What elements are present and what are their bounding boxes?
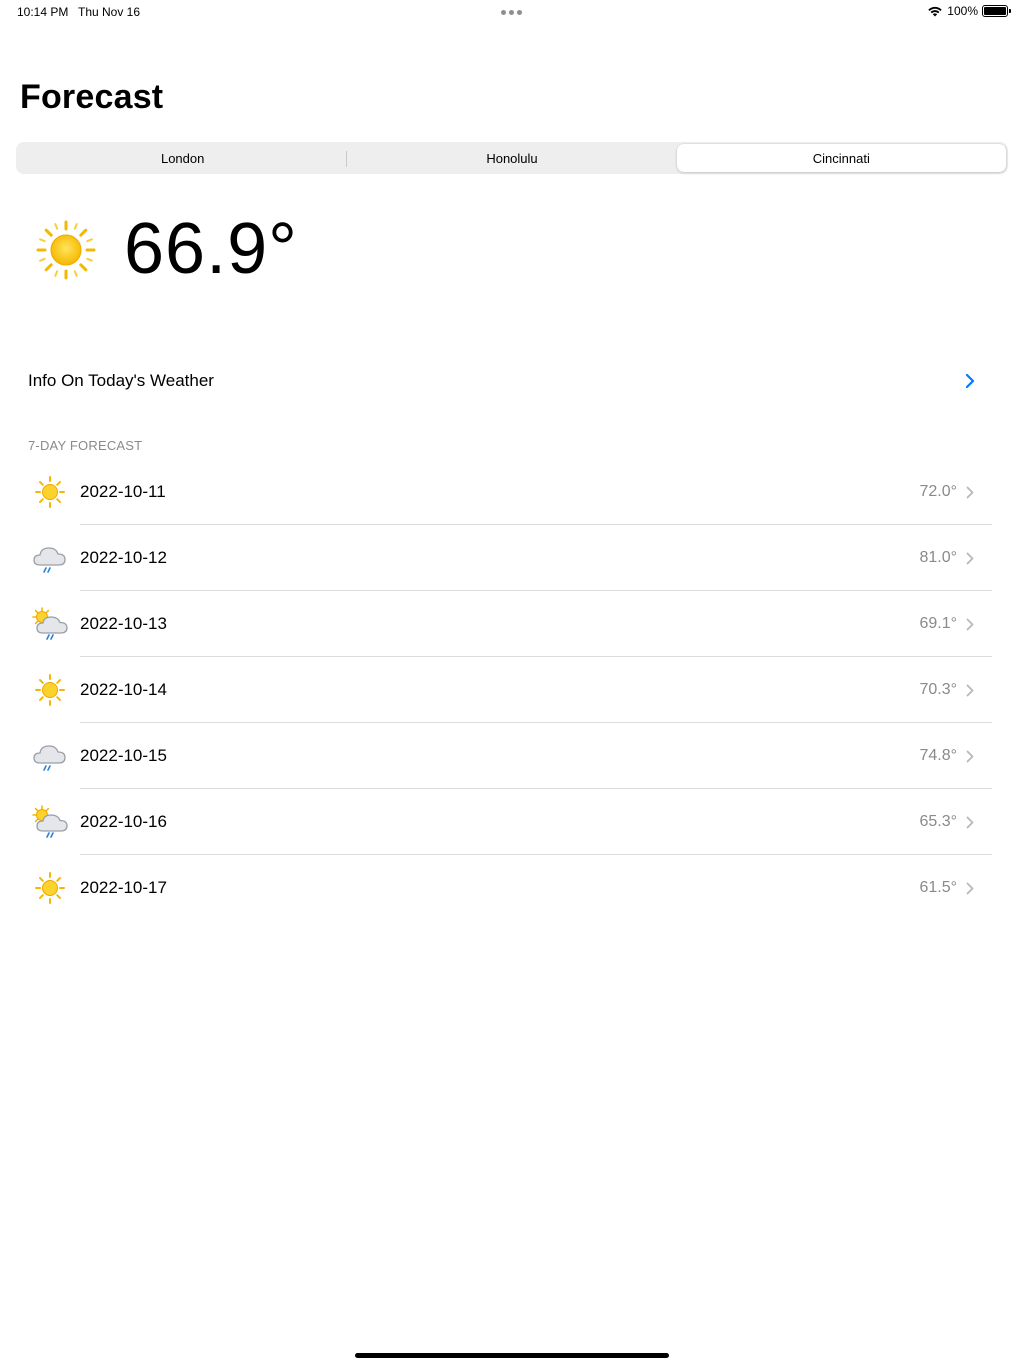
wifi-icon	[928, 6, 942, 17]
forecast-row[interactable]: 2022-10-11 72.0°	[0, 459, 1024, 525]
chevron-right-icon	[966, 618, 974, 631]
sun-cloud-rain-icon	[31, 805, 69, 839]
forecast-row[interactable]: 2022-10-17 61.5°	[0, 855, 1024, 921]
forecast-row[interactable]: 2022-10-16 65.3°	[0, 789, 1024, 855]
page-title: Forecast	[20, 78, 164, 116]
chevron-right-icon	[965, 373, 975, 389]
segment-honolulu[interactable]: Honolulu	[347, 144, 676, 172]
forecast-row[interactable]: 2022-10-12 81.0°	[0, 525, 1024, 591]
forecast-temperature: 74.8°	[919, 747, 957, 764]
current-temperature: 66.9°	[124, 209, 298, 289]
forecast-date: 2022-10-12	[80, 548, 167, 567]
forecast-temperature: 65.3°	[919, 813, 957, 830]
forecast-date: 2022-10-16	[80, 812, 167, 831]
forecast-row[interactable]: 2022-10-15 74.8°	[0, 723, 1024, 789]
sun-icon	[31, 475, 69, 509]
cloud-rain-icon	[31, 739, 69, 773]
status-date: Thu Nov 16	[78, 5, 141, 19]
forecast-date: 2022-10-11	[80, 482, 166, 501]
home-indicator[interactable]	[355, 1353, 669, 1358]
segment-cincinnati[interactable]: Cincinnati	[676, 144, 1006, 172]
sun-icon	[31, 673, 69, 707]
chevron-right-icon	[966, 684, 974, 697]
forecast-temperature: 72.0°	[919, 483, 957, 500]
forecast-temperature: 81.0°	[919, 549, 957, 566]
forecast-section-header: 7-DAY FORECAST	[28, 438, 143, 453]
forecast-temperature: 70.3°	[919, 681, 957, 698]
sun-icon	[31, 871, 69, 905]
forecast-row[interactable]: 2022-10-14 70.3°	[0, 657, 1024, 723]
chevron-right-icon	[966, 882, 974, 895]
status-indicators: 100%	[927, 4, 1011, 18]
chevron-right-icon	[966, 486, 974, 499]
battery-icon	[982, 5, 1011, 17]
forecast-date: 2022-10-15	[80, 746, 167, 765]
info-today-weather-row[interactable]: Info On Today's Weather	[0, 360, 1024, 402]
cloud-rain-icon	[31, 541, 69, 575]
segment-london[interactable]: London	[18, 144, 348, 172]
forecast-temperature: 69.1°	[919, 615, 957, 632]
forecast-row[interactable]: 2022-10-13 69.1°	[0, 591, 1024, 657]
status-time: 10:14 PM	[17, 5, 69, 19]
status-bar: 10:14 PM Thu Nov 16 100%	[0, 0, 1024, 24]
forecast-date: 2022-10-17	[80, 878, 167, 897]
forecast-list: 2022-10-11 72.0° 2022-10-12 81.0° 2022-10-13…	[0, 459, 1024, 921]
forecast-date: 2022-10-13	[80, 614, 167, 633]
battery-percent: 100%	[947, 4, 978, 18]
chevron-right-icon	[966, 816, 974, 829]
sun-icon	[36, 220, 96, 280]
forecast-date: 2022-10-14	[80, 680, 167, 699]
sun-cloud-rain-icon	[31, 607, 69, 641]
chevron-right-icon	[966, 552, 974, 565]
city-segmented-control[interactable]: London Honolulu Cincinnati	[16, 142, 1008, 174]
multitasking-dots-icon[interactable]	[501, 10, 522, 15]
info-today-weather-label: Info On Today's Weather	[28, 371, 214, 390]
forecast-temperature: 61.5°	[919, 879, 957, 896]
chevron-right-icon	[966, 750, 974, 763]
